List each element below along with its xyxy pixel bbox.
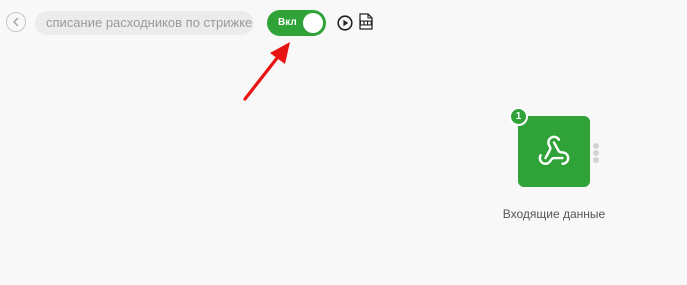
annotation-arrow (243, 42, 290, 101)
process-title-text: списание расходников по стрижке (46, 15, 253, 30)
run-button[interactable] (337, 15, 353, 31)
toolbar: списание расходников по стрижке Вкл (0, 0, 687, 44)
node-label: Входящие данные (502, 207, 606, 221)
back-button[interactable] (6, 12, 26, 32)
active-toggle[interactable]: Вкл (267, 10, 326, 36)
log-button[interactable] (359, 13, 373, 30)
node-connector-handle[interactable] (593, 143, 599, 163)
toggle-label: Вкл (278, 17, 297, 28)
workflow-node-incoming-data[interactable] (518, 116, 590, 187)
toggle-knob (303, 13, 323, 33)
process-title-field[interactable]: списание расходников по стрижке (35, 11, 254, 35)
chevron-left-icon (13, 17, 19, 27)
webhook-icon (538, 135, 570, 165)
node-step-badge: 1 (509, 107, 528, 126)
log-file-icon (359, 13, 373, 30)
play-icon (337, 15, 353, 31)
